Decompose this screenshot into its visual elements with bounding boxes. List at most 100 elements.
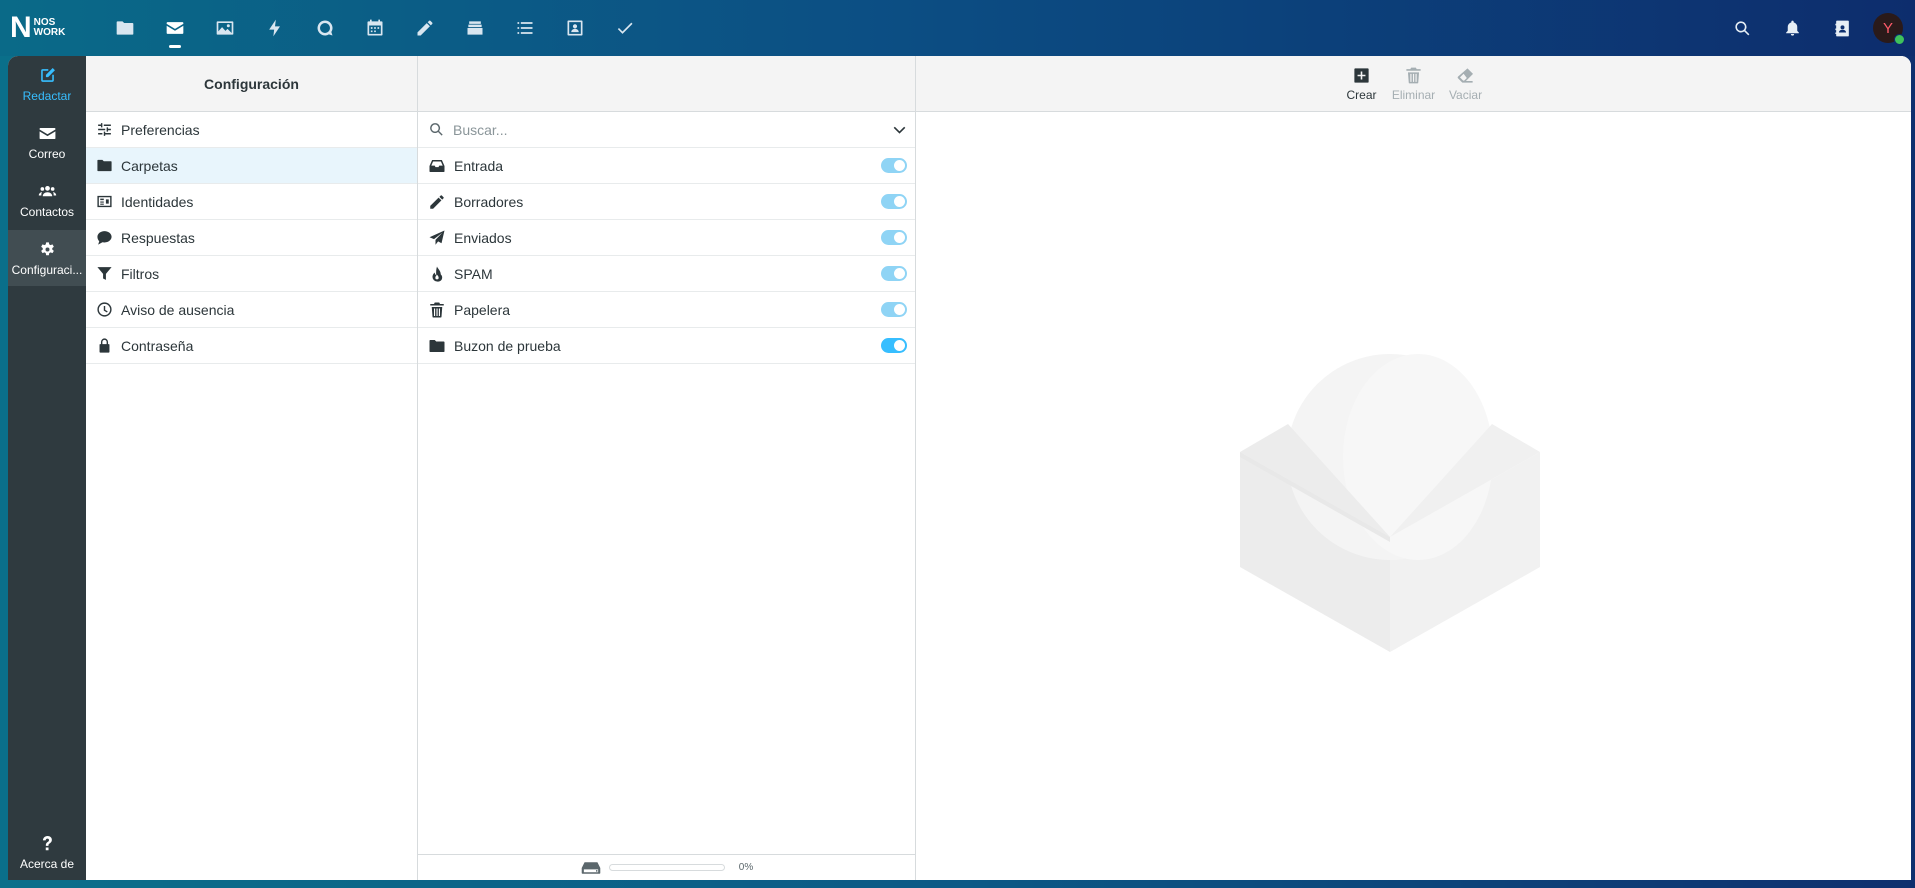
compose-button[interactable]: Redactar [8, 56, 86, 112]
settings-item-label: Carpetas [121, 157, 178, 174]
chat-icon [317, 20, 333, 36]
online-status-dot [1894, 34, 1905, 45]
folder-row-trash[interactable]: Papelera [418, 292, 915, 328]
user-avatar[interactable]: Y [1873, 13, 1905, 45]
nav-about[interactable]: Acerca de [8, 824, 86, 880]
compose-icon [40, 67, 55, 82]
nav-contacts[interactable]: Contactos [8, 172, 86, 228]
folder-row-sent[interactable]: Enviados [418, 220, 915, 256]
bell-icon [1785, 20, 1799, 36]
app-photos-button[interactable] [200, 0, 250, 56]
users-icon [38, 185, 56, 196]
nav-settings[interactable]: Configuraci... [8, 230, 86, 286]
app-tasks-button[interactable] [600, 0, 650, 56]
app-talk-button[interactable] [300, 0, 350, 56]
app-menu [100, 0, 650, 56]
folder-row-inbox[interactable]: Entrada [418, 148, 915, 184]
toggle-knob [894, 340, 905, 351]
settings-item-label: Respuestas [121, 229, 195, 246]
folder-toolbar: Crear Eliminar Vaciar [916, 56, 1911, 112]
settings-item-filters[interactable]: Filtros [86, 256, 417, 292]
settings-item-responses[interactable]: Respuestas [86, 220, 417, 256]
folders-panel: Entrada Borradores Enviados SPAM Papeler… [418, 56, 916, 880]
pencil-icon [430, 194, 444, 209]
subscribe-toggle[interactable] [881, 302, 907, 317]
subscribe-toggle[interactable] [881, 158, 907, 173]
create-label: Crear [1346, 87, 1377, 102]
mail-label: Correo [28, 146, 66, 161]
folder-row-spam[interactable]: SPAM [418, 256, 915, 292]
delete-folder-button[interactable]: Eliminar [1388, 56, 1440, 112]
plus-square-icon [1354, 67, 1369, 83]
toggle-knob [894, 304, 905, 315]
list-icon [517, 22, 533, 34]
folders-header [418, 56, 915, 112]
folder-icon [429, 339, 445, 352]
contacts-menu-button[interactable] [1817, 0, 1867, 56]
app-files-button[interactable] [100, 0, 150, 56]
settings-item-label: Filtros [121, 265, 160, 282]
app-list-button[interactable] [500, 0, 550, 56]
logo-letter: N [10, 11, 32, 44]
folder-row-custom[interactable]: Buzon de prueba [418, 328, 915, 364]
folder-icon [116, 21, 134, 35]
subscribe-toggle[interactable] [881, 338, 907, 353]
quota-bar-area: 0% [418, 854, 916, 880]
settings-item-label: Aviso de ausencia [121, 301, 235, 318]
app-contacts-button[interactable] [550, 0, 600, 56]
settings-item-identities[interactable]: Identidades [86, 184, 417, 220]
toggle-knob [894, 160, 905, 171]
subscribe-toggle[interactable] [881, 230, 907, 245]
envelope-icon [39, 127, 55, 139]
trash-icon [1406, 67, 1421, 83]
main-frame: Redactar Correo Contactos Configuraci...… [8, 56, 1911, 880]
logo-text: NOS WORK [34, 18, 66, 38]
app-calendar-button[interactable] [350, 0, 400, 56]
app-deck-button[interactable] [450, 0, 500, 56]
fire-icon [432, 266, 443, 282]
bolt-icon [269, 19, 280, 37]
inbox-icon [429, 159, 445, 172]
folder-search-input[interactable] [453, 121, 892, 138]
empty-box-illustration [1240, 354, 1540, 652]
app-mail-button[interactable] [150, 0, 200, 56]
folder-name: SPAM [454, 265, 493, 282]
content-panel: Crear Eliminar Vaciar [916, 56, 1911, 880]
address-book-icon [1834, 20, 1849, 36]
gear-icon [40, 241, 54, 255]
chevron-down-icon[interactable] [892, 122, 907, 137]
settings-item-preferences[interactable]: Preferencias [86, 112, 417, 148]
mail-left-nav: Redactar Correo Contactos Configuraci...… [8, 56, 86, 880]
top-right-actions: Y [1717, 0, 1915, 56]
folder-name: Entrada [454, 157, 504, 174]
quota-progress [608, 864, 725, 871]
settings-title: Configuración [86, 56, 417, 112]
settings-item-folders[interactable]: Carpetas [86, 148, 417, 184]
empty-folder-button[interactable]: Vaciar [1440, 56, 1492, 112]
settings-item-label: Identidades [121, 193, 194, 210]
calendar-icon [367, 19, 383, 36]
app-notes-button[interactable] [400, 0, 450, 56]
settings-item-label: Preferencias [121, 121, 200, 138]
toggle-knob [894, 268, 905, 279]
filter-icon [97, 267, 112, 280]
pencil-icon [417, 20, 433, 36]
search-icon [430, 123, 443, 136]
subscribe-toggle[interactable] [881, 266, 907, 281]
nosworks-logo[interactable]: N NOS WORK [10, 11, 66, 44]
settings-item-vacation[interactable]: Aviso de ausencia [86, 292, 417, 328]
folder-row-drafts[interactable]: Borradores [418, 184, 915, 220]
notifications-button[interactable] [1767, 0, 1817, 56]
global-search-button[interactable] [1717, 0, 1767, 56]
quota-percent: 0% [738, 862, 754, 873]
image-icon [216, 21, 234, 35]
subscribe-toggle[interactable] [881, 194, 907, 209]
app-activity-button[interactable] [250, 0, 300, 56]
folder-icon [97, 159, 112, 172]
nav-mail[interactable]: Correo [8, 114, 86, 170]
folder-name: Enviados [454, 229, 512, 246]
clock-icon [97, 302, 112, 317]
settings-item-password[interactable]: Contraseña [86, 328, 417, 364]
create-folder-button[interactable]: Crear [1336, 56, 1388, 112]
check-icon [617, 22, 633, 34]
